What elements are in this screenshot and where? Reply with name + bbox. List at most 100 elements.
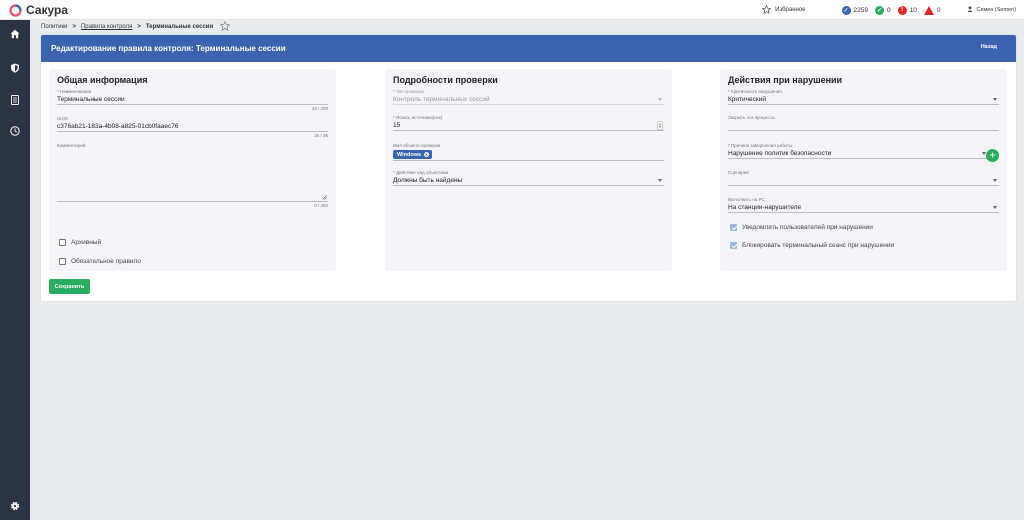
- close-processes-field[interactable]: Закрыть эти процессы: [728, 115, 999, 131]
- archived-label: Архивный: [71, 239, 102, 246]
- user-name: Семен (Semen): [976, 7, 1016, 13]
- check-circle-icon: ✓: [841, 5, 851, 15]
- mandatory-label: Обязательное правило: [71, 258, 142, 265]
- app-logo[interactable]: Сакура: [9, 2, 68, 18]
- plus-icon: +: [989, 150, 996, 160]
- comment-textarea[interactable]: [57, 149, 328, 202]
- card-header: Редактирование правила контроля: Термина…: [41, 35, 1016, 62]
- checkbox-unchecked-icon[interactable]: [59, 258, 66, 265]
- sidebar: [0, 20, 30, 520]
- checkbox-unchecked-icon[interactable]: [59, 239, 66, 246]
- violation-actions-title: Действия при нарушении: [728, 75, 843, 85]
- execute-on-field[interactable]: Выполнить на РС На станции-нарушителе: [728, 197, 999, 213]
- chevron-down-icon[interactable]: [993, 206, 997, 209]
- resize-handle-icon[interactable]: [322, 195, 327, 200]
- chevron-down-icon[interactable]: [993, 179, 997, 182]
- chevron-right-icon: >: [72, 24, 76, 30]
- warning-triangle-icon: [923, 5, 934, 15]
- block-session-label: Блокировать терминальный сеанс при наруш…: [742, 242, 895, 249]
- windows-chip[interactable]: Windows ✕: [393, 150, 433, 159]
- counter-warning-value: 0: [936, 6, 941, 14]
- close-processes-input[interactable]: [728, 121, 999, 130]
- chevron-down-icon[interactable]: [658, 179, 662, 182]
- chevron-down-icon[interactable]: [993, 98, 997, 101]
- breadcrumb-policies[interactable]: Политики: [41, 24, 67, 30]
- favorites-label: Избранное: [775, 7, 806, 13]
- notify-users-checkbox[interactable]: Уведомлять пользователей при нарушении: [730, 224, 873, 231]
- document-list-icon: [11, 95, 19, 105]
- name-field[interactable]: * Наименование Терминальные сессии 19 / …: [57, 89, 328, 112]
- counter-ok[interactable]: ✓ 0: [874, 5, 891, 15]
- object-names-field[interactable]: Имя объекта проверки Windows ✕: [393, 143, 664, 161]
- check-details-panel: Подробности проверки * Тип проверки Конт…: [385, 69, 672, 271]
- breadcrumb-control-rules[interactable]: Правила контроля: [81, 24, 132, 30]
- page-title: Редактирование правила контроля: Термина…: [51, 44, 286, 53]
- counter-total-value: 2259: [853, 6, 868, 14]
- checkbox-checked-icon[interactable]: [730, 242, 737, 249]
- action-field[interactable]: * Действие над объектами Должны быть най…: [393, 170, 664, 186]
- execute-on-select[interactable]: На станции-нарушителе: [728, 204, 801, 211]
- notify-users-label: Уведомлять пользователей при нарушении: [742, 224, 873, 231]
- termination-reason-field[interactable]: * Причина завершения работы Нарушение по…: [728, 143, 988, 159]
- check-circle-icon: ✓: [874, 5, 884, 15]
- star-outline-icon[interactable]: [219, 20, 231, 33]
- sidebar-item-history[interactable]: [8, 124, 22, 138]
- comment-field[interactable]: Комментарий 0 / 250: [57, 143, 328, 209]
- mandatory-checkbox[interactable]: Обязательное правило: [59, 258, 141, 265]
- counter-warning[interactable]: 0: [923, 5, 941, 15]
- sidebar-item-home[interactable]: [8, 27, 22, 41]
- sidebar-item-settings[interactable]: [8, 499, 22, 513]
- counter-critical-value: 10: [909, 6, 917, 14]
- violation-actions-panel: Действия при нарушении * Критичность нар…: [720, 69, 1007, 271]
- check-type-field: * Тип проверки Контроль терминальных сес…: [393, 89, 664, 105]
- favorites-link[interactable]: Избранное: [761, 4, 806, 16]
- check-details-title: Подробности проверки: [393, 75, 498, 85]
- general-info-panel: Общая информация * Наименование Терминал…: [49, 69, 336, 271]
- counter-critical[interactable]: ! 10: [897, 5, 917, 15]
- edit-rule-card: Редактирование правила контроля: Термина…: [41, 35, 1016, 301]
- sidebar-item-policies[interactable]: [8, 61, 22, 75]
- breadcrumb: Политики > Правила контроля > Терминальн…: [41, 20, 231, 33]
- gear-icon: [10, 501, 20, 511]
- checkbox-checked-icon[interactable]: [730, 224, 737, 231]
- shield-icon: [11, 63, 19, 73]
- add-reason-button[interactable]: +: [986, 149, 999, 162]
- back-button[interactable]: Назад: [981, 44, 997, 50]
- search-sources-field[interactable]: * Искать источники(сек) 15: [393, 115, 664, 131]
- uuid-field[interactable]: UUID c376ab21-183a-4b08-a825-01cb0faaec7…: [57, 116, 328, 139]
- user-menu[interactable]: Семен (Semen): [967, 6, 1016, 14]
- clock-icon: [10, 126, 20, 136]
- severity-field[interactable]: * Критичность нарушения Критический: [728, 89, 999, 105]
- scenario-field[interactable]: Сценарий: [728, 170, 999, 186]
- chevron-down-icon: [658, 98, 662, 101]
- action-select[interactable]: Должны быть найдены: [393, 177, 462, 184]
- breadcrumb-current: Терминальные сессии: [145, 24, 214, 30]
- name-input[interactable]: Терминальные сессии: [57, 95, 328, 104]
- block-session-checkbox[interactable]: Блокировать терминальный сеанс при наруш…: [730, 242, 894, 249]
- close-icon[interactable]: ✕: [424, 152, 430, 157]
- search-sources-input[interactable]: 15: [393, 122, 400, 129]
- counter-total[interactable]: ✓ 2259: [841, 5, 868, 15]
- home-icon: [10, 29, 20, 39]
- top-bar: Сакура Избранное ✓ 2259 ✓ 0 ! 10 0 Семен…: [0, 0, 1024, 20]
- uuid-input[interactable]: c376ab21-183a-4b08-a825-01cb0faaec76: [57, 122, 328, 131]
- save-button[interactable]: Сохранить: [49, 279, 90, 294]
- counter-ok-value: 0: [886, 6, 891, 14]
- star-outline-icon: [761, 4, 772, 16]
- termination-reason-select[interactable]: Нарушение политик безопасности: [728, 150, 831, 157]
- sakura-logo-icon: [9, 3, 22, 17]
- number-stepper-icon[interactable]: [657, 121, 663, 130]
- name-char-count: 19 / 200: [311, 106, 328, 111]
- user-icon: [967, 6, 973, 14]
- check-type-select: Контроль терминальных сессий: [393, 96, 490, 103]
- general-info-title: Общая информация: [57, 75, 148, 85]
- severity-select[interactable]: Критический: [728, 96, 766, 103]
- app-name: Сакура: [26, 3, 69, 17]
- archived-checkbox[interactable]: Архивный: [59, 239, 101, 246]
- comment-char-count: 0 / 250: [314, 203, 328, 208]
- chevron-right-icon: >: [137, 24, 141, 30]
- sidebar-item-reports[interactable]: [8, 93, 22, 107]
- exclamation-circle-icon: !: [897, 5, 907, 15]
- windows-chip-label: Windows: [397, 151, 422, 158]
- uuid-char-count: 36 / 36: [314, 133, 328, 138]
